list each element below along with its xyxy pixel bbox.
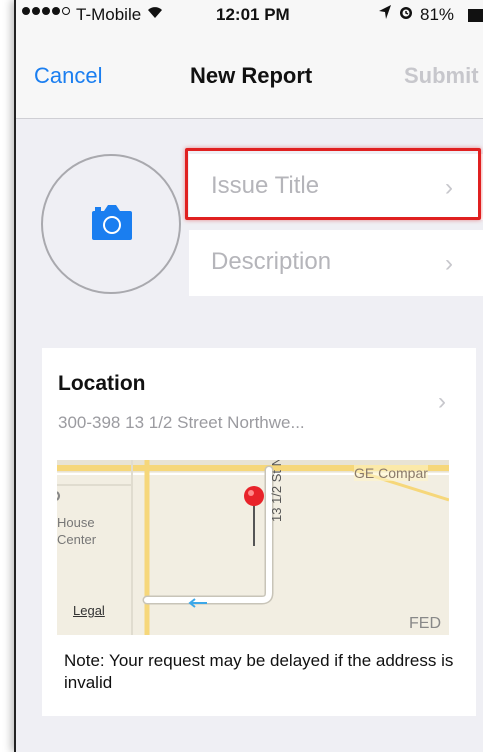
map-label-company: GE Compar bbox=[354, 465, 428, 481]
map-label-house-line2: Center bbox=[57, 532, 97, 547]
map-label-street: 13 1/2 St NW bbox=[269, 460, 284, 522]
map-label-house-line1: House bbox=[57, 515, 95, 530]
status-bar: T-Mobile 12:01 PM 81% bbox=[16, 0, 483, 30]
highlight-box bbox=[185, 148, 481, 220]
description-placeholder: Description bbox=[211, 248, 332, 275]
map-label-fed: FED bbox=[409, 615, 441, 632]
clock: 12:01 PM bbox=[216, 5, 290, 24]
cancel-button[interactable]: Cancel bbox=[34, 63, 102, 89]
chevron-right-icon: › bbox=[445, 250, 453, 277]
location-note: Note: Your request may be delayed if the… bbox=[64, 651, 454, 692]
location-arrow-icon bbox=[378, 4, 392, 25]
signal-strength-icon bbox=[22, 7, 70, 15]
add-photo-button[interactable] bbox=[41, 154, 181, 294]
navigation-bar: Cancel New Report Submit bbox=[16, 30, 483, 119]
map-label-house: House Center bbox=[57, 514, 96, 548]
map-pin-icon[interactable] bbox=[243, 484, 265, 553]
carrier-name: T-Mobile bbox=[76, 5, 142, 24]
phone-screen: T-Mobile 12:01 PM 81% Cancel New Report … bbox=[14, 0, 483, 752]
location-address: 300-398 13 1/2 Street Northwe... bbox=[58, 413, 305, 432]
location-heading: Location bbox=[58, 372, 146, 395]
map-legal-link[interactable]: Legal bbox=[73, 603, 105, 618]
camera-icon bbox=[91, 204, 133, 247]
battery-icon bbox=[468, 9, 483, 22]
page-title: New Report bbox=[190, 63, 313, 88]
wifi-icon bbox=[146, 4, 164, 25]
battery-percentage: 81% bbox=[420, 5, 455, 24]
description-field[interactable]: Description › bbox=[189, 230, 483, 296]
alarm-icon bbox=[398, 4, 414, 25]
submit-button[interactable]: Submit bbox=[404, 63, 479, 89]
location-map[interactable]: GE Compar House Center 13 1/2 St NW Lega… bbox=[57, 460, 449, 635]
chevron-right-icon: › bbox=[438, 388, 446, 415]
location-card[interactable]: Location 300-398 13 1/2 Street Northwe..… bbox=[42, 348, 476, 716]
